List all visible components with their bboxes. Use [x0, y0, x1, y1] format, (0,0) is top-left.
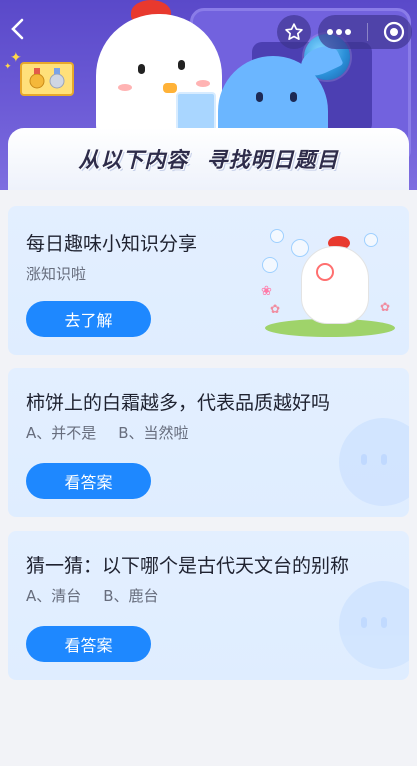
view-answer-button[interactable]: 看答案 — [26, 626, 151, 662]
knowledge-card: 每日趣味小知识分享 涨知识啦 去了解 ❀ ✿ ✿ — [8, 206, 409, 355]
ghost-eye — [381, 454, 387, 465]
hero-header: ✦ ✦ 从以下内容 寻找明日题目 — [0, 0, 417, 190]
mini-program-capsule — [318, 15, 412, 49]
bubble — [270, 229, 284, 243]
question-card: 柿饼上的白霜越多，代表品质越好吗 A、并不是 B、当然啦 看答案 — [8, 368, 409, 517]
chick-cheek — [118, 84, 132, 91]
banner-title: 从以下内容 寻找明日题目 — [78, 148, 339, 172]
capsule-divider — [366, 23, 368, 41]
blue-mascot-eye — [256, 92, 263, 102]
flower-icon: ✿ — [380, 300, 391, 314]
target-circle-icon[interactable] — [383, 21, 405, 43]
question-card: 猜一猜：以下哪个是古代天文台的别称 A、清台 B、鹿台 看答案 — [8, 531, 409, 680]
chick-eye — [138, 64, 145, 74]
flower-icon: ✿ — [270, 302, 281, 316]
sparkle-icon: ✦ — [4, 62, 12, 72]
bubble — [364, 233, 378, 247]
option-a: A、清台 — [26, 587, 82, 605]
option-a: A、并不是 — [26, 424, 97, 442]
blue-mascot-eye — [290, 92, 297, 102]
chick-eye — [178, 60, 185, 70]
card-subtitle: 涨知识啦 — [26, 265, 87, 283]
ghost-eye — [361, 454, 367, 465]
butterfly-icon: ❀ — [261, 284, 272, 299]
star-icon — [285, 23, 303, 41]
question-title: 柿饼上的白霜越多，代表品质越好吗 — [26, 392, 331, 414]
back-button[interactable] — [6, 18, 28, 46]
ghost-mascot-watermark — [339, 581, 409, 669]
chick-cheek — [196, 80, 210, 87]
bubble-wand — [316, 263, 334, 281]
bubble — [262, 257, 278, 273]
card-title: 每日趣味小知识分享 — [26, 233, 198, 255]
learn-more-button[interactable]: 去了解 — [26, 301, 151, 337]
ghost-eye — [361, 617, 367, 628]
banner: 从以下内容 寻找明日题目 — [8, 128, 409, 190]
medal-badge-icon — [20, 62, 74, 96]
answer-options: A、并不是 B、当然啦 — [26, 422, 189, 443]
chevron-left-icon — [11, 18, 24, 40]
more-dots-icon[interactable] — [326, 28, 352, 36]
ghost-eye — [381, 617, 387, 628]
favorite-button[interactable] — [277, 15, 311, 49]
question-title: 猜一猜：以下哪个是古代天文台的别称 — [26, 555, 350, 577]
bubble — [291, 239, 309, 257]
chick-beak — [163, 83, 177, 93]
option-b: B、鹿台 — [103, 587, 159, 605]
mini-chick-illustration — [301, 246, 369, 324]
option-b: B、当然啦 — [118, 424, 189, 442]
answer-options: A、清台 B、鹿台 — [26, 585, 159, 606]
view-answer-button[interactable]: 看答案 — [26, 463, 151, 499]
ghost-mascot-watermark — [339, 418, 409, 506]
